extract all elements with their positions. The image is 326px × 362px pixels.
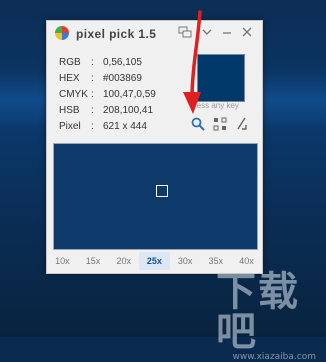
info-key: RGB — [59, 57, 81, 68]
watermark: 下载吧 www.xiazaiba.com — [216, 272, 316, 362]
info-key: HSB — [59, 105, 80, 116]
pixel-pick-window: pixel pick 1.5 RGB : 0,56,105 HEX : #003… — [46, 20, 263, 274]
info-colon: : — [91, 105, 94, 116]
info-row-hsb: HSB : 208,100,41 — [59, 105, 156, 121]
info-row-pixel: Pixel : 621 x 444 — [59, 121, 156, 137]
info-colon: : — [91, 121, 94, 132]
info-value-hex[interactable]: #003869 — [103, 73, 142, 89]
title-bar[interactable]: pixel pick 1.5 — [47, 21, 262, 47]
info-value-pixel: 621 x 444 — [103, 121, 147, 132]
app-logo-icon — [55, 26, 69, 40]
info-value-hsb[interactable]: 208,100,41 — [103, 105, 153, 121]
window-layout-icon[interactable] — [177, 26, 193, 40]
zoom-30x[interactable]: 30x — [170, 252, 201, 270]
watermark-text: 下载吧 — [216, 269, 300, 355]
app-title: pixel pick 1.5 — [76, 27, 157, 41]
info-row-cmyk: CMYK : 100,47,0,59 — [59, 89, 156, 105]
zoom-40x[interactable]: 40x — [231, 252, 262, 270]
color-info-panel: RGB : 0,56,105 HEX : #003869 CMYK : 100,… — [59, 57, 156, 137]
grid-icon[interactable] — [213, 117, 227, 131]
magnifier-icon[interactable] — [191, 117, 205, 131]
zoom-level-bar: 10x 15x 20x 25x 30x 35x 40x — [47, 252, 262, 270]
info-colon: : — [91, 57, 94, 68]
info-value-rgb[interactable]: 0,56,105 — [103, 57, 142, 73]
zoom-15x[interactable]: 15x — [78, 252, 109, 270]
crosshair-box — [156, 185, 168, 197]
tool-icons — [191, 117, 251, 133]
watermark-url: www.xiazaiba.com — [232, 352, 316, 362]
color-preview-swatch — [197, 54, 245, 102]
info-key: HEX — [59, 73, 80, 84]
chevron-down-icon[interactable] — [199, 26, 215, 40]
info-row-rgb: RGB : 0,56,105 — [59, 57, 156, 73]
info-value-cmyk[interactable]: 100,47,0,59 — [103, 89, 156, 105]
magnifier-view[interactable] — [53, 143, 258, 250]
info-key: Pixel — [59, 121, 81, 132]
minimize-icon[interactable] — [219, 26, 235, 40]
zoom-35x[interactable]: 35x — [200, 252, 231, 270]
info-colon: : — [91, 73, 94, 84]
eyedropper-icon[interactable] — [235, 117, 249, 131]
press-key-hint: ress any key — [194, 101, 239, 110]
info-row-hex: HEX : #003869 — [59, 73, 156, 89]
zoom-10x[interactable]: 10x — [47, 252, 78, 270]
zoom-25x[interactable]: 25x — [139, 252, 170, 270]
info-key: CMYK — [59, 89, 88, 100]
info-colon: : — [91, 89, 94, 100]
close-icon[interactable] — [239, 26, 255, 40]
zoom-20x[interactable]: 20x — [108, 252, 139, 270]
